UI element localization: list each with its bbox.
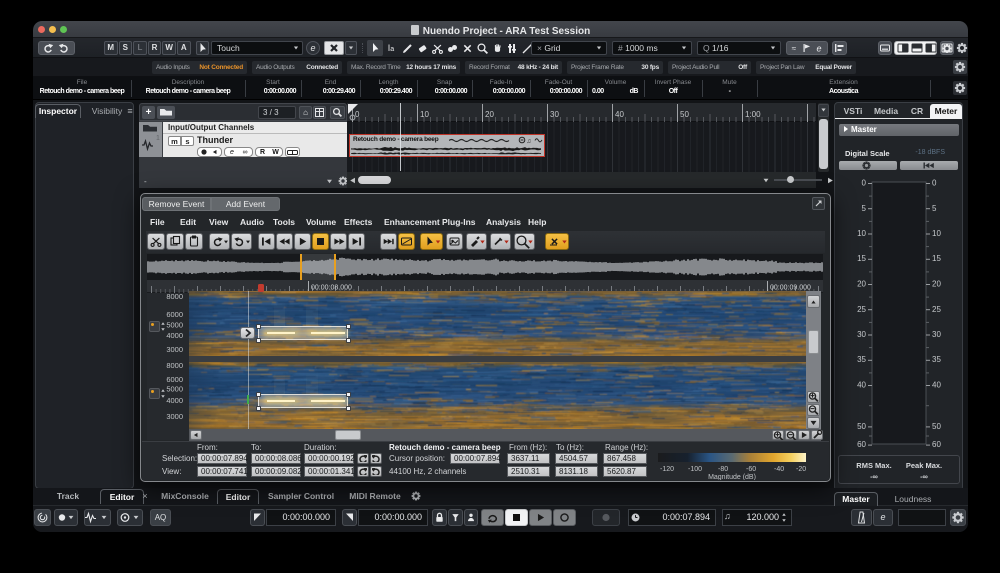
- svg-text:10: 10: [857, 229, 866, 238]
- svg-text:1:00: 1:00: [745, 110, 761, 119]
- svg-text:5: 5: [862, 204, 867, 213]
- svg-text:3000: 3000: [166, 412, 183, 421]
- svg-text:60: 60: [857, 440, 866, 449]
- svg-text:-40: -40: [774, 466, 784, 473]
- svg-text:0: 0: [862, 179, 867, 188]
- svg-text:♫: ♫: [527, 138, 532, 144]
- svg-text:40: 40: [615, 110, 624, 119]
- svg-text:40: 40: [857, 381, 866, 390]
- svg-text:8000: 8000: [166, 293, 183, 301]
- svg-text:30: 30: [932, 330, 941, 339]
- svg-text:60: 60: [932, 440, 941, 449]
- svg-text:10: 10: [932, 229, 941, 238]
- svg-text:Magnitude (dB): Magnitude (dB): [708, 474, 756, 480]
- svg-text:e: e: [816, 44, 821, 54]
- svg-text:30: 30: [550, 110, 559, 119]
- svg-text:6000: 6000: [166, 310, 183, 319]
- svg-text:0: 0: [932, 179, 937, 188]
- svg-text:15: 15: [857, 254, 866, 263]
- svg-text:20: 20: [485, 110, 494, 119]
- svg-text:-120: -120: [660, 466, 674, 473]
- svg-text:5000: 5000: [166, 321, 183, 330]
- svg-text:25: 25: [857, 305, 866, 314]
- svg-text:50: 50: [680, 110, 689, 119]
- svg-text:35: 35: [857, 355, 866, 364]
- svg-text:4000: 4000: [166, 331, 183, 340]
- svg-text:5: 5: [932, 204, 937, 213]
- svg-text:-100: -100: [688, 466, 702, 473]
- svg-text:35: 35: [932, 355, 941, 364]
- svg-text:-80: -80: [718, 466, 728, 473]
- svg-text:3000: 3000: [166, 345, 183, 354]
- svg-text:6000: 6000: [166, 375, 183, 384]
- svg-text:50: 50: [857, 422, 866, 431]
- svg-text:10: 10: [420, 110, 429, 119]
- svg-text:8000: 8000: [166, 361, 183, 370]
- svg-text:30: 30: [857, 330, 866, 339]
- svg-text:20: 20: [857, 280, 866, 289]
- svg-text:-20: -20: [796, 466, 806, 473]
- svg-text:4000: 4000: [166, 396, 183, 405]
- svg-text:5000: 5000: [166, 385, 183, 394]
- svg-text:20: 20: [932, 280, 941, 289]
- svg-text:40: 40: [932, 381, 941, 390]
- svg-text:25: 25: [932, 305, 941, 314]
- svg-text:50: 50: [932, 422, 941, 431]
- svg-text:-60: -60: [746, 466, 756, 473]
- svg-text:≈: ≈: [792, 44, 797, 53]
- svg-text:15: 15: [932, 254, 941, 263]
